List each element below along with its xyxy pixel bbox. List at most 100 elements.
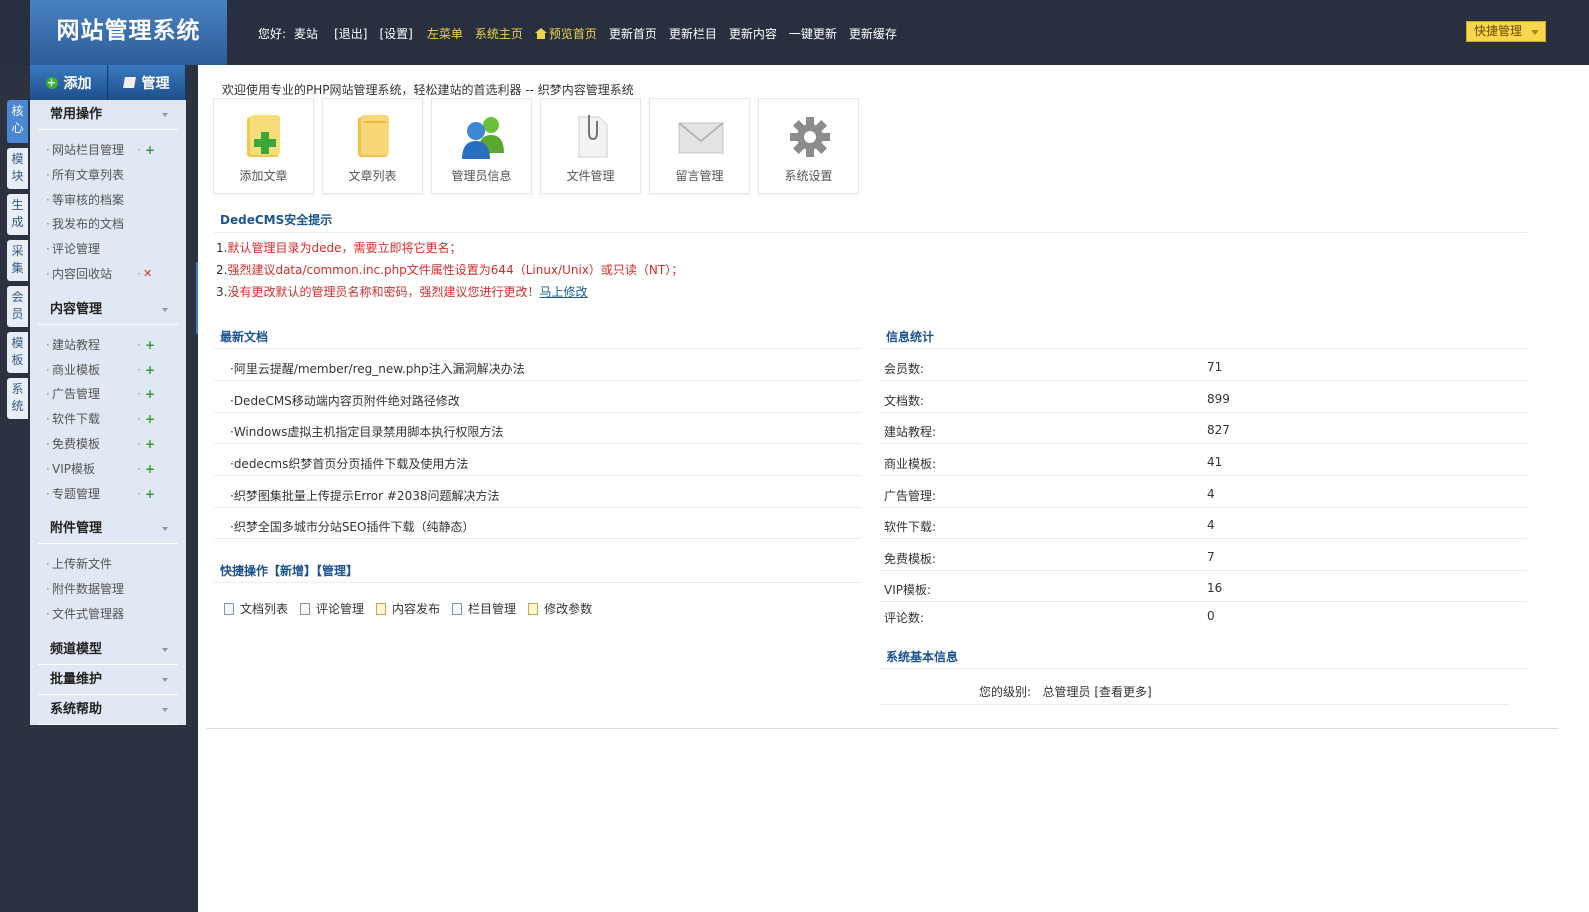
edit-icon — [528, 602, 539, 615]
quick-publish[interactable]: 内容发布 — [376, 600, 440, 617]
quick-edit-params[interactable]: 修改参数 — [528, 600, 592, 617]
sidebar-item-pending[interactable]: 等审核的档案 — [38, 188, 178, 213]
sidebar-item-software[interactable]: 软件下载·+ — [38, 407, 178, 432]
tile-label: 文件管理 — [566, 169, 615, 183]
sidebar-item-ads[interactable]: 广告管理·+ — [38, 382, 178, 407]
stat-value: 4 — [1207, 518, 1215, 532]
security-tip-1: 1.默认管理目录为dede，需要立即将它更名； — [216, 241, 462, 255]
update-column-link[interactable]: 更新栏目 — [669, 25, 717, 42]
vtab-system[interactable]: 系统 — [7, 378, 28, 419]
group-content[interactable]: 内容管理 — [38, 295, 178, 325]
level-label: 您的级别: — [979, 685, 1032, 699]
sidebar-item-upload[interactable]: 上传新文件 — [38, 552, 178, 577]
vtab-generate[interactable]: 生成 — [7, 194, 28, 235]
quick-column-manage[interactable]: 栏目管理 — [452, 600, 516, 617]
stat-value: 0 — [1207, 609, 1215, 623]
quick-ops-manage-link[interactable]: 【管理】 — [316, 564, 358, 578]
plus-icon: + — [45, 75, 58, 89]
sidebar-item-free-templates[interactable]: 免费模板·+ — [38, 432, 178, 457]
vtab-core[interactable]: 核心 — [7, 100, 28, 143]
stat-value: 71 — [1207, 360, 1223, 374]
sidebar-item-comments[interactable]: 评论管理 — [38, 237, 178, 262]
chevron-down-icon — [162, 677, 168, 682]
preview-home-link[interactable]: 预览首页 — [534, 25, 597, 42]
add-icon[interactable]: + — [145, 407, 155, 432]
group-batch[interactable]: 批量维护 — [38, 665, 178, 695]
doc-link[interactable]: ·织梦全国多城市分站SEO插件下载（纯静态） — [230, 518, 474, 535]
add-icon[interactable]: + — [145, 482, 155, 507]
change-now-link[interactable]: 马上修改 — [539, 285, 587, 299]
sidebar-item-tutorials[interactable]: 建站教程·+ — [38, 333, 178, 358]
sidebar-item-business-templates[interactable]: 商业模板·+ — [38, 358, 178, 383]
user-name[interactable]: 麦站 — [294, 25, 318, 42]
tile-system-settings[interactable]: 系统设置 — [758, 98, 859, 194]
latest-docs-title: 最新文档 — [220, 330, 269, 344]
group-attachments[interactable]: 附件管理 — [38, 514, 178, 545]
delete-icon[interactable]: ✕ — [143, 262, 152, 287]
security-tip-3: 3.没有更改默认的管理员名称和密码，强烈建议您进行更改！马上修改 — [216, 285, 588, 299]
tile-messages[interactable]: 留言管理 — [649, 98, 750, 194]
group-help[interactable]: 系统帮助 — [38, 695, 178, 725]
update-content-link[interactable]: 更新内容 — [729, 25, 777, 42]
sidebar-item-my-docs[interactable]: 我发布的文档 — [38, 212, 178, 237]
vertical-tabs: 核心 模块 生成 采集 会员 模板 系统 — [7, 100, 28, 424]
group-common[interactable]: 常用操作 — [38, 100, 178, 130]
quick-manage-button[interactable]: 快捷管理 — [1466, 21, 1546, 42]
sidebar-item-attachment-data[interactable]: 附件数据管理 — [38, 577, 178, 602]
doc-link[interactable]: ·阿里云提醒/member/reg_new.php注入漏洞解决办法 — [230, 360, 525, 377]
doc-link[interactable]: ·DedeCMS移动端内容页附件绝对路径修改 — [230, 392, 460, 409]
quick-ops-title: 快捷操作【新增】【管理】 — [220, 564, 359, 578]
add-icon[interactable]: + — [145, 138, 155, 163]
update-cache-link[interactable]: 更新缓存 — [849, 25, 897, 42]
vtab-collect[interactable]: 采集 — [7, 240, 28, 281]
one-click-update-link[interactable]: 一键更新 — [789, 25, 837, 42]
doc-link[interactable]: ·Windows虚拟主机指定目录禁用脚本执行权限方法 — [230, 423, 503, 440]
stat-label: 会员数: — [884, 362, 925, 376]
chevron-down-icon — [1531, 30, 1539, 35]
vtab-member[interactable]: 会员 — [7, 286, 28, 327]
chevron-down-icon — [162, 307, 168, 312]
security-tip-2: 2.强烈建议data/common.inc.php文件属性设置为644（Linu… — [216, 263, 684, 277]
sidebar-item-recycle[interactable]: 内容回收站·✕ — [38, 262, 178, 287]
stat-value: 41 — [1207, 455, 1223, 469]
tile-add-article[interactable]: 添加文章 — [213, 98, 314, 194]
view-more-link[interactable]: [查看更多] — [1094, 685, 1151, 699]
add-icon[interactable]: + — [145, 358, 155, 383]
sidebar-item-all-articles[interactable]: 所有文章列表 — [38, 163, 178, 188]
stat-value: 4 — [1207, 487, 1215, 501]
edit-icon — [376, 602, 387, 615]
logout-link[interactable]: [退出] — [334, 25, 367, 42]
system-home-link[interactable]: 系统主页 — [475, 25, 523, 42]
quick-doc-list[interactable]: 文档列表 — [224, 600, 288, 617]
quick-comment-manage[interactable]: 评论管理 — [300, 600, 364, 617]
doc-link[interactable]: ·dedecms织梦首页分页插件下载及使用方法 — [230, 455, 468, 472]
left-menu-link[interactable]: 左菜单 — [427, 25, 463, 42]
manage-button[interactable]: 管理 — [108, 65, 186, 100]
comment-icon — [300, 602, 311, 615]
add-icon[interactable]: + — [145, 382, 155, 407]
tile-file-manager[interactable]: 文件管理 — [540, 98, 641, 194]
group-channel-models[interactable]: 频道模型 — [38, 635, 178, 665]
level-value: 总管理员 — [1042, 685, 1091, 699]
stat-label: 广告管理: — [884, 489, 937, 503]
vtab-module[interactable]: 模块 — [7, 148, 28, 189]
vtab-template[interactable]: 模板 — [7, 332, 28, 373]
doc-link[interactable]: ·织梦图集批量上传提示Error #2038问题解决方法 — [230, 487, 499, 504]
tile-admin-info[interactable]: 管理员信息 — [431, 98, 532, 194]
sidebar-item-file-manager[interactable]: 文件式管理器 — [38, 602, 178, 627]
stat-value: 827 — [1207, 423, 1230, 437]
settings-link[interactable]: [设置] — [379, 25, 412, 42]
sidebar-item-vip-templates[interactable]: VIP模板·+ — [38, 457, 178, 482]
add-button[interactable]: + 添加 — [30, 65, 108, 100]
add-icon[interactable]: + — [145, 457, 155, 482]
stat-label: VIP模板: — [884, 583, 932, 597]
tile-article-list[interactable]: 文章列表 — [322, 98, 423, 194]
update-home-link[interactable]: 更新首页 — [609, 25, 657, 42]
quick-ops-new-link[interactable]: 【新增】 — [268, 564, 316, 578]
envelope-icon — [678, 122, 724, 154]
add-icon[interactable]: + — [145, 432, 155, 457]
add-icon[interactable]: + — [145, 333, 155, 358]
sidebar-item-topics[interactable]: 专题管理·+ — [38, 482, 178, 507]
main-panel: 欢迎使用专业的PHP网站管理系统，轻松建站的首选利器 -- 织梦内容管理系统 添… — [198, 65, 1589, 912]
sidebar-item-columns[interactable]: 网站栏目管理·+ — [38, 138, 178, 163]
